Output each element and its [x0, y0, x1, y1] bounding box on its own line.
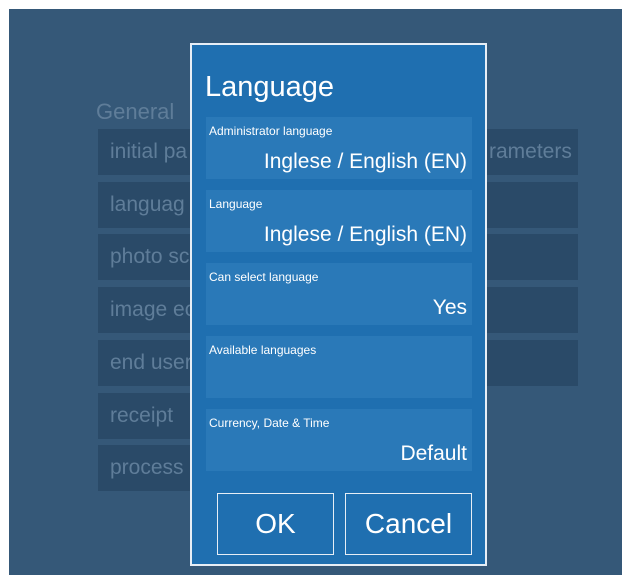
- row-available-languages[interactable]: Available languages: [206, 336, 472, 398]
- screen: General initial pa languag photo sc imag…: [9, 9, 622, 575]
- bg-button-right-4[interactable]: [477, 287, 578, 333]
- row-label: Currency, Date & Time: [209, 416, 330, 430]
- row-label: Language: [209, 197, 263, 211]
- bg-button-initial-parameters[interactable]: initial pa: [98, 129, 193, 175]
- bg-button-photo-settings[interactable]: photo sc: [98, 234, 193, 280]
- row-language[interactable]: Language Inglese / English (EN): [206, 190, 472, 252]
- cancel-button[interactable]: Cancel: [345, 493, 472, 555]
- row-value: Yes: [432, 296, 467, 319]
- row-currency-date-time[interactable]: Currency, Date & Time Default: [206, 409, 472, 471]
- bg-button-parameters[interactable]: rameters: [477, 129, 578, 175]
- background-section-title: General: [96, 99, 175, 124]
- bg-button-receipt[interactable]: receipt: [98, 393, 193, 439]
- row-label: Available languages: [209, 343, 317, 357]
- dialog-title: Language: [205, 71, 335, 103]
- bg-button-image-editing[interactable]: image ec: [98, 287, 193, 333]
- row-value: Inglese / English (EN): [263, 150, 467, 173]
- row-administrator-language[interactable]: Administrator language Inglese / English…: [206, 117, 472, 179]
- bg-button-end-user[interactable]: end user: [98, 340, 193, 386]
- row-label: Can select language: [209, 270, 319, 284]
- bg-button-right-3[interactable]: [477, 234, 578, 280]
- bg-button-process[interactable]: process: [98, 445, 193, 491]
- bg-button-language[interactable]: languag: [98, 182, 193, 228]
- row-value: Default: [400, 442, 467, 465]
- language-dialog: Language Administrator language Inglese …: [190, 43, 487, 566]
- row-value: Inglese / English (EN): [263, 223, 467, 246]
- bg-button-right-2[interactable]: [477, 182, 578, 228]
- row-can-select-language[interactable]: Can select language Yes: [206, 263, 472, 325]
- bg-button-right-5[interactable]: [477, 340, 578, 386]
- ok-button[interactable]: OK: [217, 493, 334, 555]
- row-label: Administrator language: [209, 124, 333, 138]
